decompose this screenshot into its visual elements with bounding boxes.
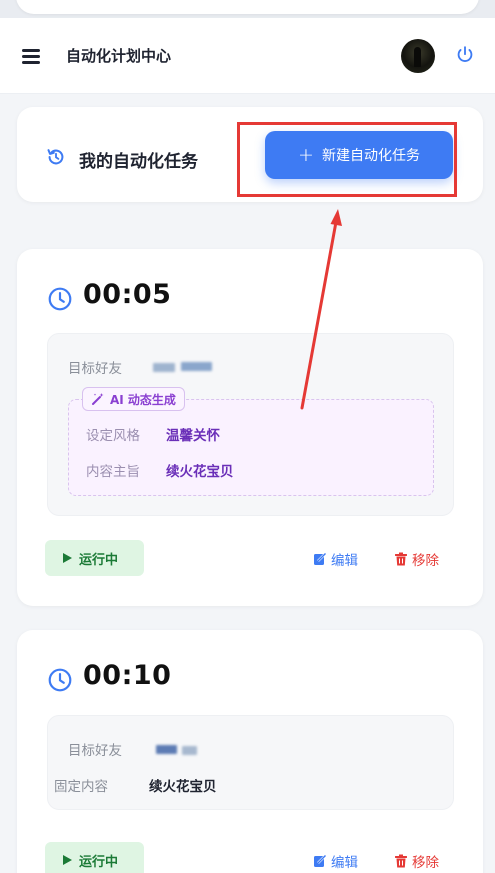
style-value: 温馨关怀 [166, 428, 220, 444]
trash-icon [395, 552, 407, 566]
content-label: 固定内容 [54, 779, 108, 795]
edit-button[interactable]: 编辑 [313, 549, 358, 569]
redacted-friend-name [153, 363, 175, 372]
content-value: 续火花宝贝 [149, 779, 217, 795]
status-label: 运行中 [79, 854, 119, 870]
edit-button[interactable]: 编辑 [313, 851, 358, 871]
top-strip [0, 0, 495, 18]
status-label: 运行中 [79, 552, 119, 568]
remove-label: 移除 [412, 553, 439, 569]
edit-icon [314, 854, 327, 867]
trash-icon [395, 854, 407, 868]
edit-icon [314, 552, 327, 565]
section-title: 我的自动化任务 [79, 152, 198, 172]
remove-label: 移除 [412, 855, 439, 871]
ai-badge-label: AI 动态生成 [110, 392, 176, 407]
remove-button[interactable]: 移除 [394, 851, 439, 871]
task-time: 00:05 [83, 279, 172, 310]
ai-badge: AI 动态生成 [82, 387, 185, 411]
app-title: 自动化计划中心 [66, 47, 172, 65]
redacted-friend-name [156, 745, 177, 754]
new-task-button[interactable]: + 新建自动化任务 [265, 131, 453, 179]
play-icon [63, 553, 72, 563]
power-icon[interactable] [454, 44, 476, 66]
theme-value: 续火花宝贝 [166, 464, 234, 480]
target-label: 目标好友 [68, 743, 122, 759]
target-label: 目标好友 [68, 361, 122, 377]
redacted-friend-name [181, 362, 212, 371]
task-time: 00:10 [83, 660, 172, 691]
task-detail-box: 目标好友 固定内容 续火花宝贝 [47, 715, 454, 810]
status-badge: 运行中 [45, 842, 144, 873]
play-icon [63, 855, 72, 865]
clock-icon [48, 668, 72, 692]
plus-icon: + [298, 144, 314, 166]
previous-card-edge [16, 0, 479, 14]
edit-label: 编辑 [331, 855, 358, 871]
theme-label: 内容主旨 [86, 464, 140, 480]
status-badge: 运行中 [45, 540, 144, 576]
clock-icon [48, 287, 72, 311]
task-card: 00:10 目标好友 固定内容 续火花宝贝 运行中 编辑 移除 [17, 630, 483, 873]
task-card: 00:05 目标好友 设定风格 温馨关怀 内容主旨 续火花宝贝 AI 动态生成 … [17, 249, 483, 606]
task-detail-box: 目标好友 设定风格 温馨关怀 内容主旨 续火花宝贝 AI 动态生成 [47, 333, 454, 516]
history-icon [47, 149, 64, 165]
app-header: 自动化计划中心 [0, 18, 495, 94]
avatar[interactable] [401, 39, 435, 73]
edit-label: 编辑 [331, 553, 358, 569]
new-task-label: 新建自动化任务 [321, 148, 420, 164]
ai-generation-panel: 设定风格 温馨关怀 内容主旨 续火花宝贝 [68, 399, 434, 496]
redacted-friend-name [182, 746, 197, 755]
menu-icon[interactable] [22, 49, 40, 64]
section-header-card: 我的自动化任务 + 新建自动化任务 [17, 107, 483, 202]
style-label: 设定风格 [86, 428, 140, 444]
magic-wand-icon [92, 393, 104, 405]
remove-button[interactable]: 移除 [394, 549, 439, 569]
